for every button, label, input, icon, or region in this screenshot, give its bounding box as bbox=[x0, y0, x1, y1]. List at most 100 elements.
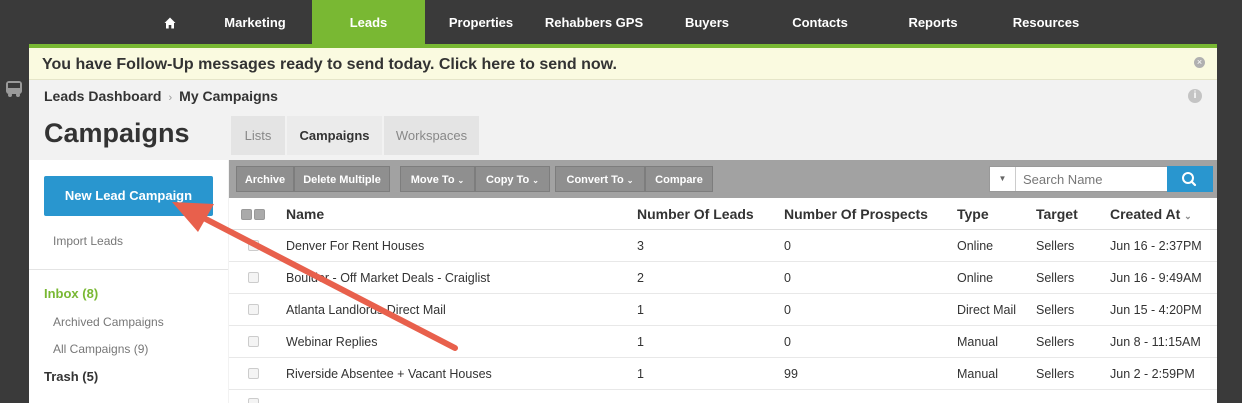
table-toolbar: Archive Delete Multiple Move To ⌄ Copy To… bbox=[229, 160, 1217, 198]
cell-target: Sellers bbox=[1036, 303, 1075, 317]
cell-target: Sellers bbox=[1036, 239, 1075, 253]
cell-leads: 1 bbox=[637, 303, 644, 317]
cell-name[interactable]: Denver For Rent Houses bbox=[286, 239, 424, 253]
cell-leads: 1 bbox=[637, 335, 644, 349]
home-icon bbox=[164, 17, 176, 29]
search-filter-dropdown[interactable]: ▼ bbox=[990, 167, 1016, 191]
cell-leads: 3 bbox=[637, 239, 644, 253]
cell-type: Online bbox=[957, 271, 994, 285]
nav-item-properties[interactable]: Properties bbox=[425, 0, 537, 44]
cell-created: Jun 15 - 4:20PM bbox=[1110, 303, 1202, 317]
cell-target: Sellers bbox=[1036, 367, 1075, 381]
cell-target: Sellers bbox=[1036, 335, 1075, 349]
cell-created: Jun 16 - 2:37PM bbox=[1110, 239, 1202, 253]
cell-type: Manual bbox=[957, 335, 998, 349]
alert-message[interactable]: You have Follow-Up messages ready to sen… bbox=[42, 56, 617, 74]
sidebar-item-all[interactable]: All Campaigns (9) bbox=[53, 342, 148, 356]
top-nav: Marketing Leads Properties Rehabbers GPS… bbox=[0, 0, 1242, 44]
archive-button[interactable]: Archive bbox=[236, 166, 294, 192]
compare-button[interactable]: Compare bbox=[645, 166, 713, 192]
table-row[interactable]: Riverside Absentee + Vacant Houses 1 99 … bbox=[229, 358, 1217, 390]
cell-name[interactable]: Riverside Absentee + Vacant Houses bbox=[286, 367, 492, 381]
nav-item-leads[interactable]: Leads bbox=[312, 0, 425, 44]
sort-desc-icon: ⌄ bbox=[1184, 211, 1192, 221]
column-header-created[interactable]: Created At ⌄ bbox=[1110, 206, 1192, 222]
nav-item-resources[interactable]: Resources bbox=[989, 0, 1103, 44]
column-header-target[interactable]: Target bbox=[1036, 206, 1078, 222]
column-header-prospects[interactable]: Number Of Prospects bbox=[784, 206, 928, 222]
cell-created: Jun 8 - 11:15AM bbox=[1110, 335, 1201, 349]
new-lead-campaign-button[interactable]: New Lead Campaign bbox=[44, 176, 213, 216]
sidebar: New Lead Campaign Import Leads Inbox (8)… bbox=[29, 160, 228, 403]
cell-type: Online bbox=[957, 239, 994, 253]
info-icon[interactable]: i bbox=[1188, 89, 1202, 103]
cell-type: Manual bbox=[957, 367, 998, 381]
breadcrumb-leads-dashboard[interactable]: Leads Dashboard bbox=[44, 88, 161, 104]
search-button[interactable] bbox=[1167, 166, 1213, 192]
search-input[interactable] bbox=[1017, 167, 1167, 191]
cell-prospects: 0 bbox=[784, 303, 791, 317]
delete-multiple-button[interactable]: Delete Multiple bbox=[294, 166, 390, 192]
table-row[interactable]: Denver For Rent Houses 3 0 Online Seller… bbox=[229, 230, 1217, 262]
close-icon[interactable]: × bbox=[1194, 57, 1205, 68]
followup-alert[interactable]: You have Follow-Up messages ready to sen… bbox=[29, 48, 1217, 80]
row-checkbox[interactable] bbox=[248, 368, 259, 379]
sidebar-item-inbox[interactable]: Inbox (8) bbox=[44, 286, 98, 301]
column-header-created-label: Created At bbox=[1110, 206, 1181, 222]
table-row[interactable]: Boulder - Off Market Deals - Craiglist 2… bbox=[229, 262, 1217, 294]
tab-workspaces[interactable]: Workspaces bbox=[384, 116, 479, 155]
row-checkbox[interactable] bbox=[248, 398, 259, 403]
move-to-dropdown[interactable]: Move To ⌄ bbox=[400, 166, 475, 192]
table-row[interactable]: Webinar Replies 1 0 Manual Sellers Jun 8… bbox=[229, 326, 1217, 358]
column-header-leads[interactable]: Number Of Leads bbox=[637, 206, 754, 222]
cell-name[interactable]: Boulder - Off Market Deals - Craiglist bbox=[286, 271, 490, 285]
search-icon bbox=[1182, 172, 1197, 187]
cell-prospects: 0 bbox=[784, 335, 791, 349]
nav-item-rehabbers-gps[interactable]: Rehabbers GPS bbox=[537, 0, 651, 44]
breadcrumb: Leads Dashboard › My Campaigns bbox=[44, 88, 278, 104]
sidebar-item-trash[interactable]: Trash (5) bbox=[44, 369, 98, 384]
table-row-partial[interactable] bbox=[229, 390, 1217, 403]
cell-type: Direct Mail bbox=[957, 303, 1017, 317]
table-row[interactable]: Atlanta Landlords Direct Mail 1 0 Direct… bbox=[229, 294, 1217, 326]
chevron-down-icon: ⌄ bbox=[532, 176, 539, 185]
cell-name[interactable]: Atlanta Landlords Direct Mail bbox=[286, 303, 446, 317]
row-checkbox[interactable] bbox=[248, 272, 259, 283]
chevron-down-icon: ⌄ bbox=[457, 176, 465, 185]
sidebar-divider bbox=[29, 269, 228, 270]
tab-campaigns[interactable]: Campaigns bbox=[287, 116, 382, 155]
cell-name[interactable]: Webinar Replies bbox=[286, 335, 377, 349]
cell-target: Sellers bbox=[1036, 271, 1075, 285]
move-to-label: Move To bbox=[410, 174, 455, 186]
convert-to-dropdown[interactable]: Convert To ⌄ bbox=[555, 166, 645, 192]
campaigns-table-area: Archive Delete Multiple Move To ⌄ Copy To… bbox=[229, 160, 1217, 403]
cell-prospects: 0 bbox=[784, 271, 791, 285]
tab-lists[interactable]: Lists bbox=[231, 116, 285, 155]
cell-created: Jun 16 - 9:49AM bbox=[1110, 271, 1202, 285]
column-header-type[interactable]: Type bbox=[957, 206, 989, 222]
copy-to-dropdown[interactable]: Copy To ⌄ bbox=[475, 166, 550, 192]
nav-item-contacts[interactable]: Contacts bbox=[763, 0, 877, 44]
row-checkbox[interactable] bbox=[248, 240, 259, 251]
bus-icon[interactable] bbox=[4, 80, 24, 98]
cell-prospects: 99 bbox=[784, 367, 798, 381]
cell-leads: 2 bbox=[637, 271, 644, 285]
page-title: Campaigns bbox=[44, 118, 190, 148]
nav-item-marketing[interactable]: Marketing bbox=[198, 0, 312, 44]
import-leads-link[interactable]: Import Leads bbox=[53, 234, 123, 248]
copy-to-label: Copy To bbox=[486, 174, 530, 186]
cell-created: Jun 2 - 2:59PM bbox=[1110, 367, 1195, 381]
row-checkbox[interactable] bbox=[248, 304, 259, 315]
nav-item-reports[interactable]: Reports bbox=[877, 0, 989, 44]
sidebar-item-archived[interactable]: Archived Campaigns bbox=[53, 315, 164, 329]
select-all-checkbox[interactable] bbox=[254, 209, 265, 220]
nav-item-buyers[interactable]: Buyers bbox=[651, 0, 763, 44]
nav-home[interactable] bbox=[150, 0, 190, 44]
chevron-down-icon: ⌄ bbox=[626, 176, 634, 185]
cell-prospects: 0 bbox=[784, 239, 791, 253]
cell-leads: 1 bbox=[637, 367, 644, 381]
row-checkbox[interactable] bbox=[248, 336, 259, 347]
column-header-name[interactable]: Name bbox=[286, 206, 324, 222]
select-all-checkbox[interactable] bbox=[241, 209, 252, 220]
breadcrumb-separator: › bbox=[168, 92, 173, 104]
